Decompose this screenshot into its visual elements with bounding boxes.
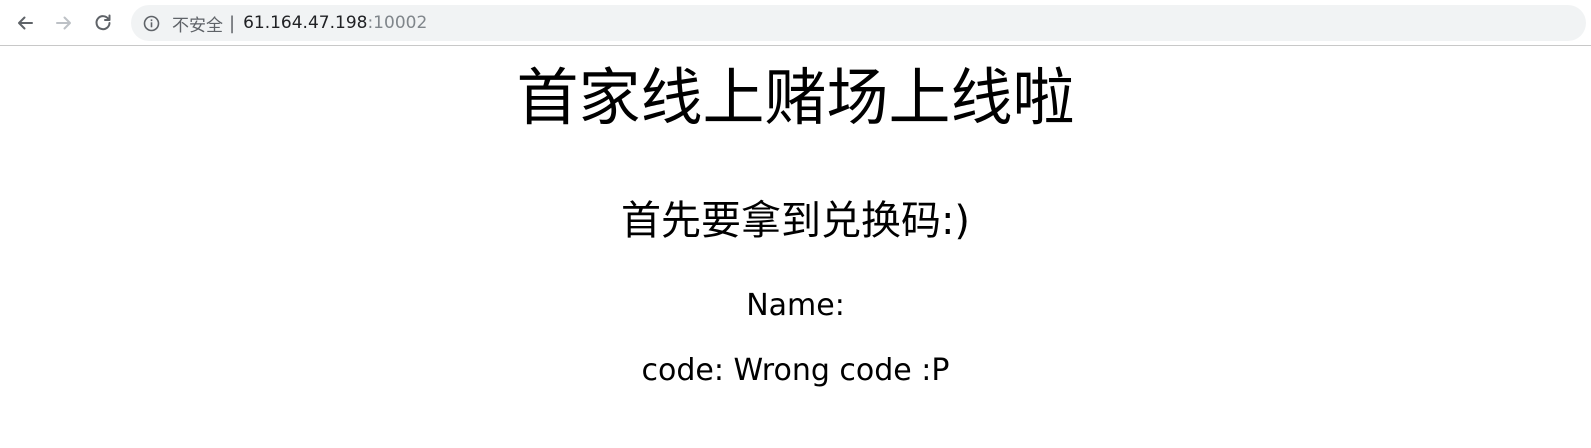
browser-toolbar: 不安全 | 61.164.47.198:10002 <box>0 0 1591 46</box>
address-separator: | <box>229 12 236 34</box>
site-info-button[interactable] <box>143 15 160 32</box>
back-button[interactable] <box>10 8 40 38</box>
info-icon <box>143 15 160 31</box>
page-subheading: 首先要拿到兑换码:) <box>620 198 971 244</box>
back-arrow-icon <box>18 16 33 30</box>
forward-button[interactable] <box>49 8 79 38</box>
page-content: 首家线上赌场上线啦 首先要拿到兑换码:) Name: code: Wrong c… <box>0 47 1591 448</box>
reload-icon <box>95 14 111 31</box>
code-line: code: Wrong code :P <box>641 353 950 388</box>
url-port[interactable]: :10002 <box>367 13 427 33</box>
url-host[interactable]: 61.164.47.198 <box>243 13 367 33</box>
name-line: Name: <box>746 288 845 323</box>
reload-button[interactable] <box>88 8 118 38</box>
page-heading: 首家线上赌场上线啦 <box>516 61 1075 134</box>
forward-arrow-icon <box>56 16 71 30</box>
security-status-label[interactable]: 不安全 <box>172 11 223 36</box>
address-bar[interactable]: 不安全 | 61.164.47.198:10002 <box>131 5 1586 41</box>
